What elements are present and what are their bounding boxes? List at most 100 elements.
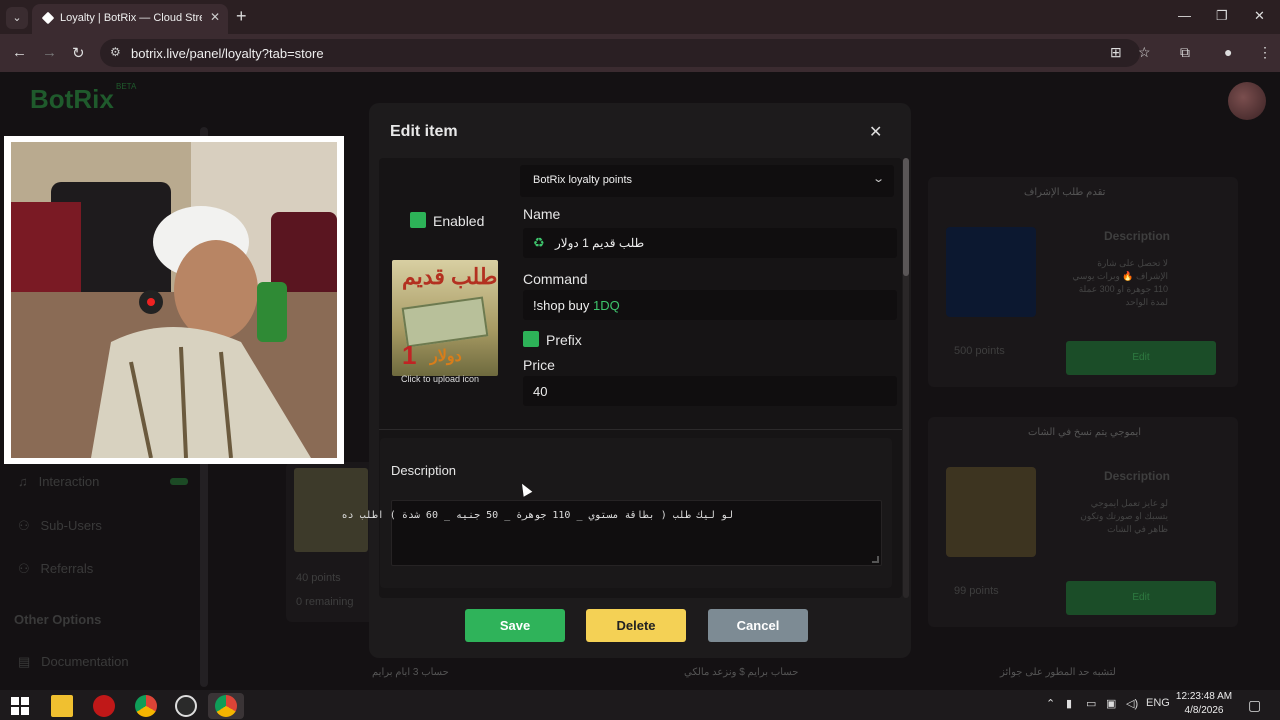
notification-icon[interactable]: ▢ — [1248, 697, 1261, 714]
item-icon-text-num: 1 — [402, 340, 417, 370]
price-label: Price — [523, 357, 555, 373]
item-icon-upload[interactable]: طلب قديم 1 دولار — [392, 260, 498, 376]
tab-title: Loyalty | BotRix — Cloud Stream — [60, 12, 202, 24]
botrix-favicon-icon — [41, 11, 55, 25]
user-avatar[interactable] — [1228, 82, 1266, 120]
volume-icon[interactable]: ◁) — [1126, 697, 1138, 710]
edit-item-modal: Edit item ✕ BotRix loyalty points ⌄ Enab… — [342, 103, 911, 658]
item-icon-text-bottom: دولار — [430, 348, 462, 365]
network-icon[interactable]: ▣ — [1106, 697, 1116, 710]
prefix-checkbox[interactable] — [523, 331, 539, 347]
extensions-icon[interactable]: ⧉ — [1180, 44, 1190, 61]
url-text: botrix.live/panel/loyalty?tab=store — [131, 46, 324, 61]
taskbar-clock[interactable]: 12:23:48 AM 4/8/2026 — [1164, 690, 1244, 718]
back-icon[interactable]: ← — [12, 44, 27, 61]
bottom-card-title: حساب برايم $ ونزعد مالكي — [684, 667, 799, 678]
description-textarea[interactable]: لو ليك طلب ( بطاقة مستوي _ 110 جوهرة _ 5… — [342, 500, 882, 566]
taskbar-chrome-active[interactable] — [208, 693, 244, 719]
tab-close-icon[interactable]: ✕ — [210, 10, 220, 24]
resize-handle-icon[interactable] — [872, 556, 879, 563]
start-button[interactable] — [2, 693, 38, 719]
forward-icon[interactable]: → — [42, 44, 57, 61]
taskbar-obs[interactable] — [168, 693, 204, 719]
minimize-icon[interactable]: — — [1178, 8, 1191, 23]
sidebar-item-referrals[interactable]: ⚇ Referrals — [18, 561, 93, 577]
sidebar-section-other-options: Other Options — [14, 612, 102, 627]
name-field[interactable]: ♻ طلب قديم 1 دولار — [523, 228, 897, 258]
name-field-value: طلب قديم 1 دولار — [555, 236, 645, 250]
description-text: لو ليك طلب ( بطاقة مستوي _ 110 جوهرة _ 5… — [341, 510, 733, 521]
command-code-text: 1DQ — [593, 298, 620, 313]
browser-tab[interactable]: Loyalty | BotRix — Cloud Stream ✕ — [32, 4, 228, 34]
translate-icon[interactable]: ⊞ — [1110, 44, 1122, 61]
windows-icon — [11, 697, 29, 715]
sidebar-item-sub-users[interactable]: ⚇ Sub-Users — [18, 518, 102, 534]
bottom-card-title: لتشبه حد المطور على جوائز — [1000, 667, 1116, 678]
chevron-down-icon: ⌄ — [871, 173, 885, 185]
tray-chevron-icon[interactable]: ⌃ — [1046, 697, 1055, 710]
store-card: تقدم طلب الإشراف Description لا تحصل على… — [928, 177, 1238, 387]
sidebar-item-documentation[interactable]: ▤ Documentation — [18, 654, 129, 670]
profile-icon[interactable]: ● — [1224, 44, 1232, 60]
currency-select[interactable]: BotRix loyalty points ⌄ — [520, 165, 894, 197]
sidebar-item-interaction[interactable]: ♫ Interaction — [18, 474, 99, 489]
url-field[interactable]: ⚙ botrix.live/panel/loyalty?tab=store — [100, 39, 1140, 67]
clock-date: 4/8/2026 — [1184, 705, 1224, 716]
botrix-logo: BotRix — [30, 84, 114, 114]
site-info-icon[interactable]: ⚙ — [110, 45, 121, 59]
card-points: 99 points — [954, 585, 999, 597]
bookmark-star-icon[interactable]: ☆ — [1138, 44, 1151, 61]
modal-close-icon[interactable]: ✕ — [869, 122, 882, 142]
clock-time: 12:23:48 AM — [1175, 691, 1233, 702]
window-close-icon[interactable]: ✕ — [1254, 8, 1265, 24]
webcam-overlay — [4, 136, 344, 464]
card-title: تقدم طلب الإشراف — [1024, 187, 1106, 198]
address-bar-row: ← → ↻ ⚙ botrix.live/panel/loyalty?tab=st… — [0, 34, 1280, 72]
beta-badge: BETA — [116, 82, 137, 91]
card-desc: لو عايز تعمل ايموجي يتسبك او صورتك وتكون… — [1080, 498, 1168, 534]
card-desc-heading: Description — [1104, 229, 1171, 243]
app-icon — [93, 695, 115, 717]
bg-store-item: 40 points 0 remaining — [286, 462, 376, 622]
card-title: ايموجي يتم نسخ في الشات — [1028, 427, 1142, 438]
modal-title: Edit item — [390, 123, 458, 140]
obs-icon — [175, 695, 197, 717]
enabled-checkbox[interactable] — [410, 212, 426, 228]
mic-icon[interactable]: ▮ — [1066, 697, 1072, 710]
modal-scrollbar-thumb[interactable] — [903, 158, 909, 276]
reload-icon[interactable]: ↻ — [72, 44, 85, 62]
taskbar-file-explorer[interactable] — [44, 693, 80, 719]
item-icon-text-top: طلب قديم — [402, 264, 498, 289]
command-prefix-text: !shop buy — [533, 298, 593, 313]
folder-icon — [51, 695, 73, 717]
card-image — [946, 227, 1036, 317]
new-tab-icon[interactable]: + — [236, 6, 247, 27]
command-field[interactable]: !shop buy 1DQ — [523, 290, 897, 320]
card-points: 500 points — [954, 345, 1005, 357]
divider — [379, 429, 902, 430]
delete-button[interactable]: Delete — [586, 609, 686, 642]
price-field[interactable]: 40 — [523, 376, 897, 406]
modal-scrollbar[interactable] — [903, 158, 909, 598]
browser-menu-icon[interactable]: ⋮ — [1258, 44, 1272, 61]
maximize-icon[interactable]: ❐ — [1216, 8, 1228, 24]
chrome-icon — [215, 695, 237, 717]
new-badge — [170, 478, 188, 485]
prefix-label: Prefix — [546, 332, 582, 348]
webcam-image — [11, 142, 337, 458]
battery-icon[interactable]: ▭ — [1086, 697, 1096, 710]
price-field-value: 40 — [533, 384, 548, 399]
command-field-value: !shop buy 1DQ — [533, 298, 620, 313]
recycle-icon: ♻ — [533, 235, 545, 250]
card-edit-button[interactable]: Edit — [1066, 581, 1216, 615]
currency-select-value: BotRix loyalty points — [533, 174, 633, 186]
upload-icon-label[interactable]: Click to upload icon — [401, 374, 479, 384]
cancel-button[interactable]: Cancel — [708, 609, 808, 642]
taskbar-chrome[interactable] — [128, 693, 164, 719]
card-image — [946, 467, 1036, 557]
save-button[interactable]: Save — [465, 609, 565, 642]
card-edit-button[interactable]: Edit — [1066, 341, 1216, 375]
chrome-icon — [135, 695, 157, 717]
tab-search-button[interactable]: ⌄ — [6, 7, 28, 29]
taskbar-app-red[interactable] — [86, 693, 122, 719]
